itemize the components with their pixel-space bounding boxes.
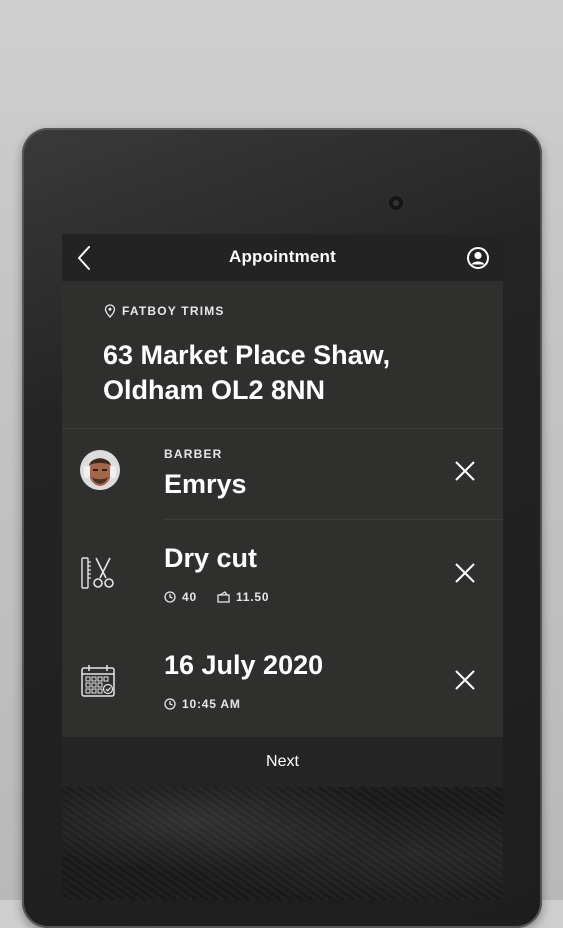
remove-barber-button[interactable] — [452, 458, 478, 484]
user-circle-icon — [467, 247, 489, 269]
map-pin-icon — [104, 304, 116, 318]
service-duration: 40 — [182, 590, 197, 604]
clock-icon — [164, 698, 176, 710]
service-name: Dry cut — [164, 543, 258, 573]
app-screen: Appointment FATBOY TRIMS 63 Market Place… — [62, 234, 503, 900]
service-meta: 40 11.50 — [164, 590, 269, 604]
next-label: Next — [266, 753, 299, 770]
page-title: Appointment — [228, 247, 336, 266]
remove-service-button[interactable] — [452, 560, 478, 586]
close-icon — [455, 563, 475, 583]
barber-name: Emrys — [164, 469, 247, 499]
front-camera — [389, 196, 403, 210]
calendar-icon-wrap — [80, 664, 116, 703]
calendar-icon — [81, 665, 115, 697]
shop-address: 63 Market Place Shaw, Oldham OL2 8NN — [103, 340, 391, 405]
appointment-time-row: 10:45 AM — [164, 697, 241, 711]
divider — [62, 428, 503, 429]
wallet-icon — [217, 591, 230, 603]
background-texture — [62, 787, 503, 900]
app-bar: Appointment — [62, 234, 503, 281]
barber-label: BARBER — [164, 447, 223, 461]
appointment-time: 10:45 AM — [182, 697, 241, 711]
remove-date-button[interactable] — [452, 667, 478, 693]
close-icon — [455, 670, 475, 690]
barber-avatar — [80, 450, 120, 490]
profile-button[interactable] — [466, 246, 490, 270]
service-price: 11.50 — [235, 590, 270, 604]
close-icon — [455, 461, 475, 481]
scissors-comb-icon — [81, 557, 114, 589]
appointment-date: 16 July 2020 — [164, 650, 324, 680]
service-icon-wrap — [80, 556, 116, 595]
clock-icon — [164, 591, 176, 603]
divider — [164, 519, 503, 520]
shop-location: FATBOY TRIMS — [104, 304, 225, 318]
next-button[interactable]: Next — [62, 737, 503, 787]
shop-name: FATBOY TRIMS — [122, 304, 225, 318]
